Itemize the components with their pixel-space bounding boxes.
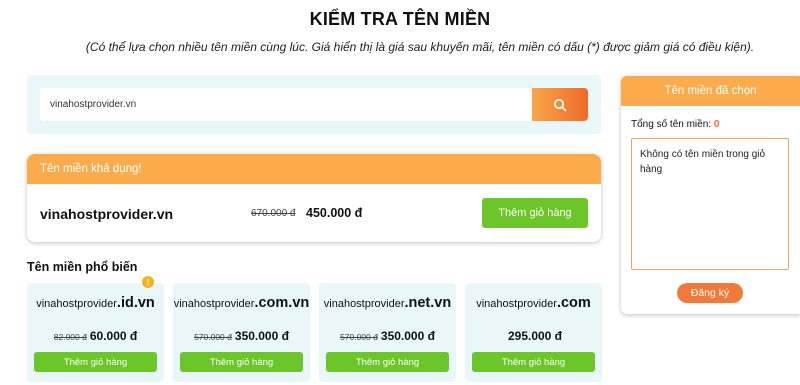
popular-domain-card: vinahostprovider.net.vn 570.000 đ 350.000…: [319, 283, 456, 382]
popular-domains-heading: Tên miền phổ biến: [27, 260, 138, 274]
domain-count: Tổng số tên miền: 0: [631, 119, 720, 130]
popular-domain-name: vinahostprovider.com.vn: [173, 295, 310, 311]
new-price: 350.000 đ: [380, 329, 435, 343]
search-icon: [553, 98, 567, 111]
popular-domain-card: ! vinahostprovider.id.vn 82.000 đ 60.000 …: [27, 276, 164, 382]
add-to-cart-button[interactable]: Thêm giỏ hàng: [472, 352, 595, 372]
search-panel: [27, 75, 601, 134]
old-price: 570.000 đ: [194, 332, 232, 342]
popular-domain-price: 570.000 đ 350.000 đ: [173, 327, 310, 345]
info-badge-icon: !: [142, 276, 154, 288]
search-button[interactable]: [532, 88, 588, 121]
popular-domain-name: vinahostprovider.net.vn: [323, 295, 452, 311]
popular-domain-price: 82.000 đ 60.000 đ: [27, 327, 164, 345]
old-price: 82.000 đ: [53, 332, 87, 342]
selected-domains-panel: Tên miền đã chọn Tổng số tên miền: 0 Khô…: [621, 76, 800, 314]
domain-tld: .net.vn: [404, 295, 452, 311]
available-domain-name: vinahostprovider.vn: [40, 206, 174, 222]
new-price: 295.000 đ: [507, 329, 563, 343]
domain-search-input[interactable]: [40, 88, 534, 121]
domain-tld: .com: [556, 295, 591, 311]
popular-domain-name: vinahostprovider.com: [476, 295, 591, 311]
domain-count-value: 0: [713, 119, 720, 130]
selected-domains-heading: Tên miền đã chọn: [621, 76, 800, 106]
old-price: 570.000 đ: [340, 332, 378, 342]
available-heading: Tên miền khả dụng!: [27, 154, 601, 184]
popular-domain-card: vinahostprovider.com 295.000 đ Thêm giỏ …: [465, 283, 602, 382]
add-to-cart-button[interactable]: Thêm giỏ hàng: [180, 352, 303, 372]
page-title: KIỂM TRA TÊN MIỀN: [309, 9, 491, 29]
domain-tld: .id.vn: [116, 295, 155, 311]
add-to-cart-button[interactable]: Thêm giỏ hàng: [482, 198, 588, 228]
popular-domain-price: 295.000 đ: [465, 327, 602, 345]
available-old-price: 670.000 đ: [251, 208, 296, 219]
available-domain-card: Tên miền khả dụng! vinahostprovider.vn 6…: [27, 154, 601, 242]
popular-domain-name: vinahostprovider.id.vn: [36, 295, 155, 311]
cart-list-box[interactable]: Không có tên miền trong giỏ hàng: [631, 138, 789, 270]
popular-domain-price: 570.000 đ 350.000 đ: [319, 327, 456, 345]
domain-tld: .com.vn: [254, 295, 310, 311]
page-subtitle: (Có thể lựa chọn nhiều tên miền cùng lúc…: [85, 40, 755, 54]
add-to-cart-button[interactable]: Thêm giỏ hàng: [34, 352, 157, 372]
new-price: 350.000 đ: [234, 329, 289, 343]
available-new-price: 450.000 đ: [306, 206, 363, 220]
new-price: 60.000 đ: [89, 329, 138, 343]
popular-domain-card: vinahostprovider.com.vn 570.000 đ 350.000…: [173, 283, 310, 382]
add-to-cart-button[interactable]: Thêm giỏ hàng: [326, 352, 449, 372]
register-button[interactable]: Đăng ký: [677, 283, 743, 303]
